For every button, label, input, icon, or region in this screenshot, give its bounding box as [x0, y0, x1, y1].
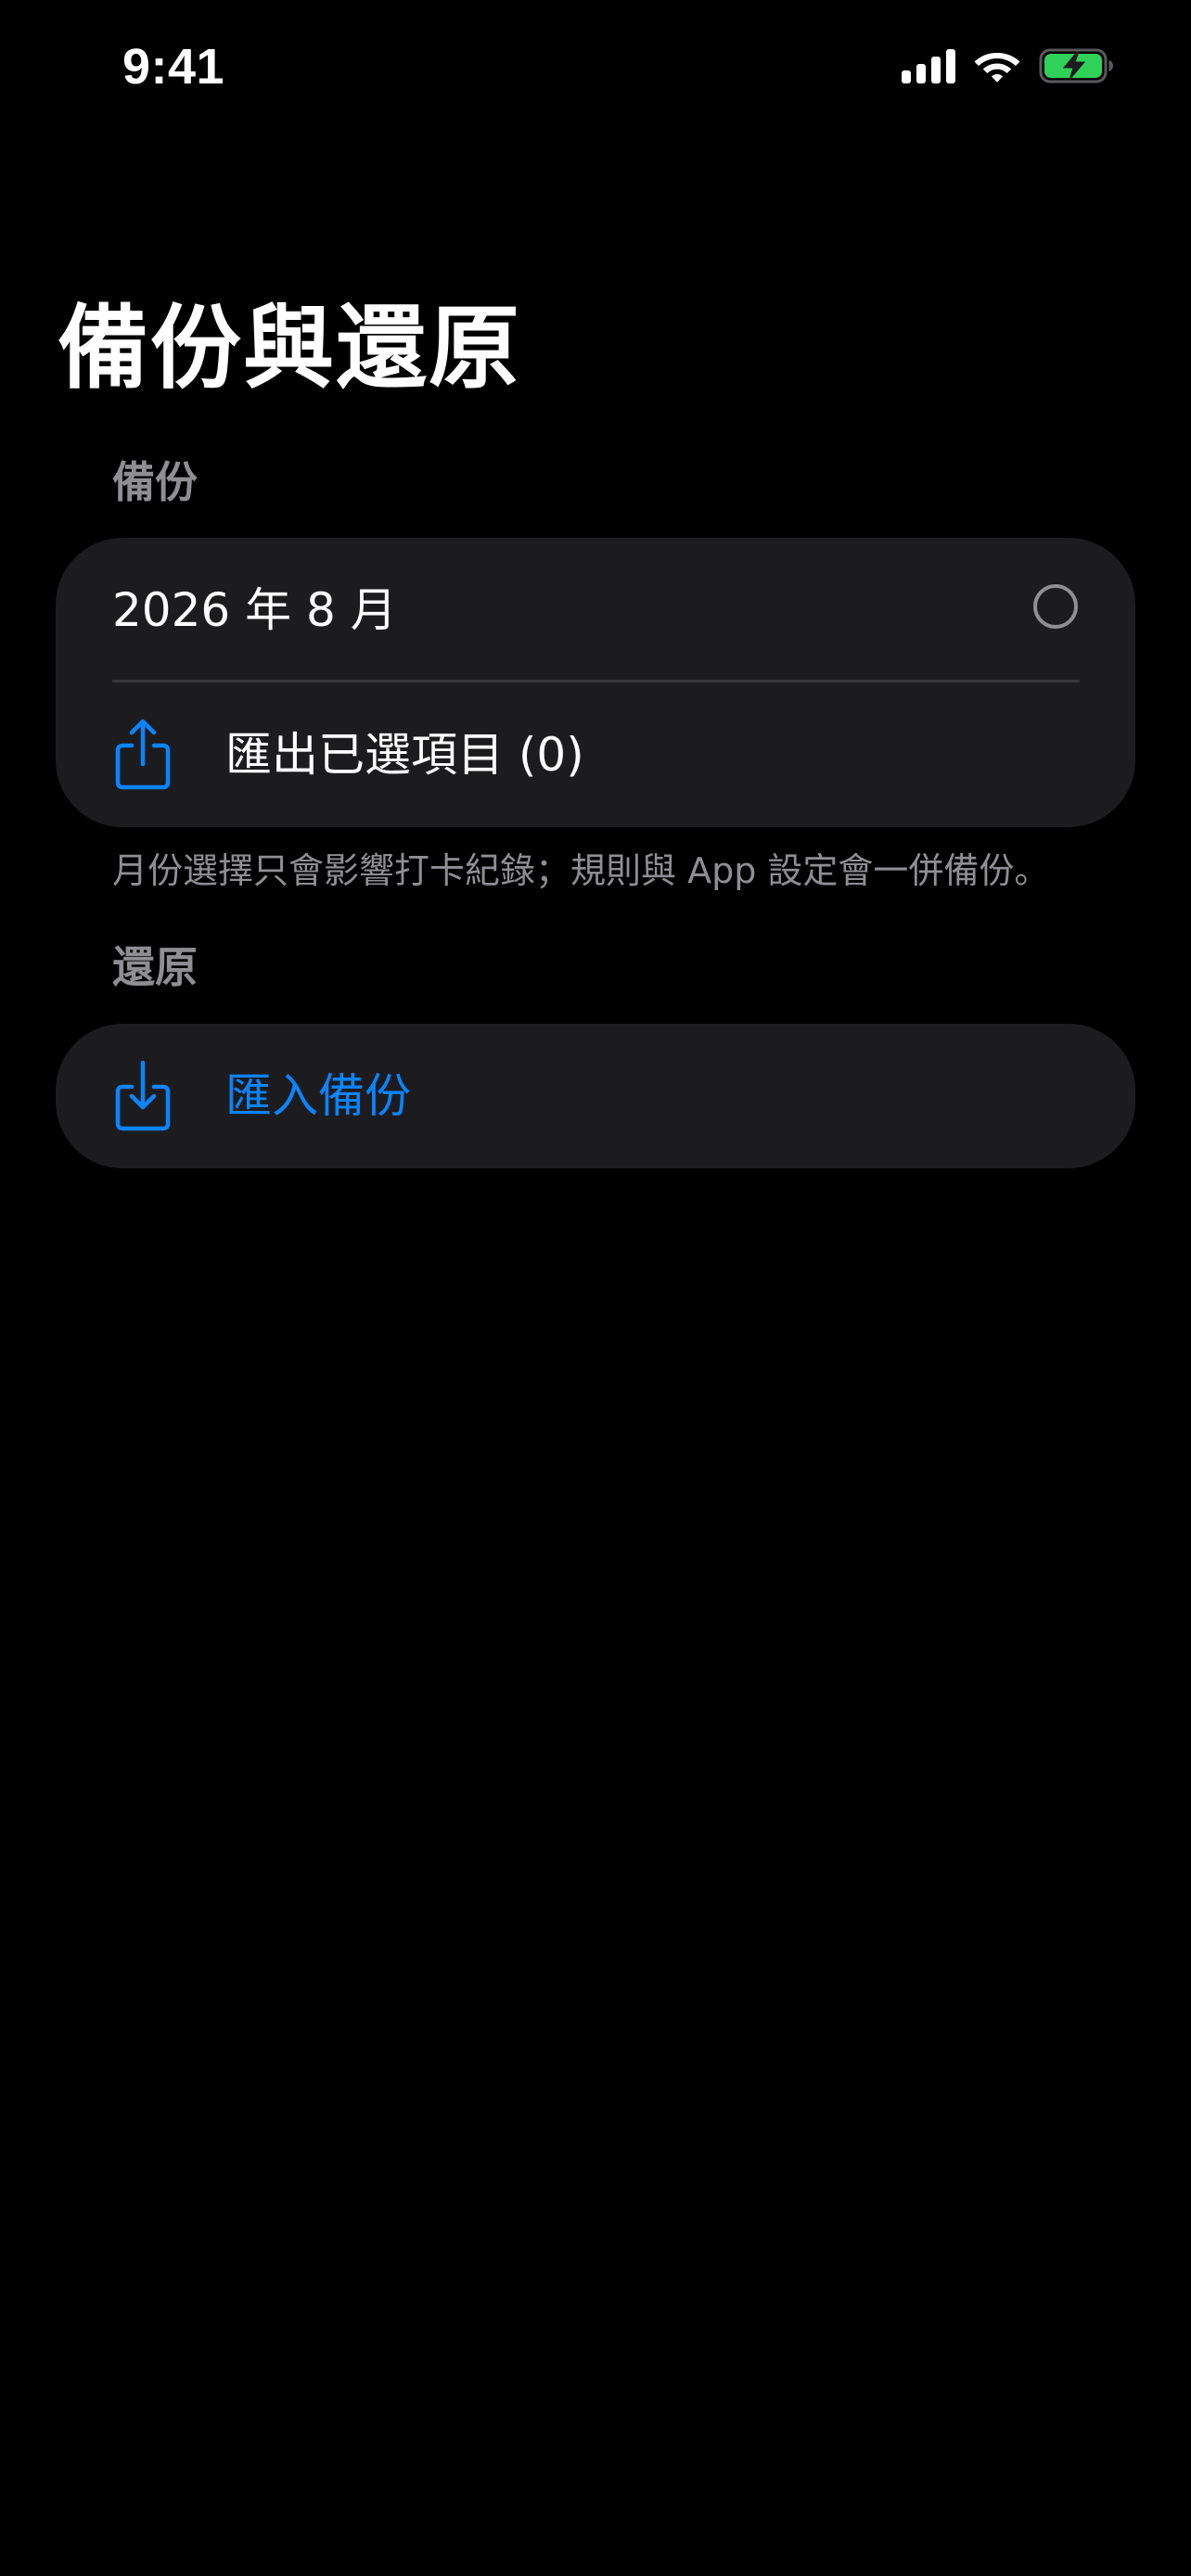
section-header-backup: 備份 — [112, 457, 198, 507]
share-upload-icon — [113, 718, 173, 792]
backup-footnote: 月份選擇只會影響打卡紀錄；規則與 App 設定會一併備份。 — [112, 850, 1050, 891]
battery-charging-icon — [1039, 47, 1115, 84]
restore-card: 匯入備份 — [56, 1024, 1135, 1168]
import-backup-button[interactable]: 匯入備份 — [56, 1024, 1135, 1168]
backup-card: 2026 年 8 月 匯出已選項目 (0) — [56, 538, 1135, 827]
import-backup-label: 匯入備份 — [225, 1069, 411, 1123]
cellular-signal-icon — [902, 48, 955, 83]
month-select-radio[interactable] — [1033, 584, 1078, 629]
month-item-label: 2026 年 8 月 — [112, 583, 397, 637]
status-bar: 9:41 — [0, 0, 1191, 139]
home-indicator — [421, 2543, 770, 2556]
status-time: 9:41 — [122, 39, 225, 95]
section-header-restore: 還原 — [112, 942, 198, 992]
page-title: 備份與還原 — [58, 296, 522, 402]
wifi-icon — [972, 47, 1022, 84]
status-icons — [902, 43, 1115, 89]
import-download-icon — [113, 1059, 173, 1133]
export-selected-label: 匯出已選項目 (0) — [225, 728, 584, 782]
month-item-row[interactable]: 2026 年 8 月 — [56, 538, 1135, 682]
export-selected-button[interactable]: 匯出已選項目 (0) — [56, 682, 1135, 827]
